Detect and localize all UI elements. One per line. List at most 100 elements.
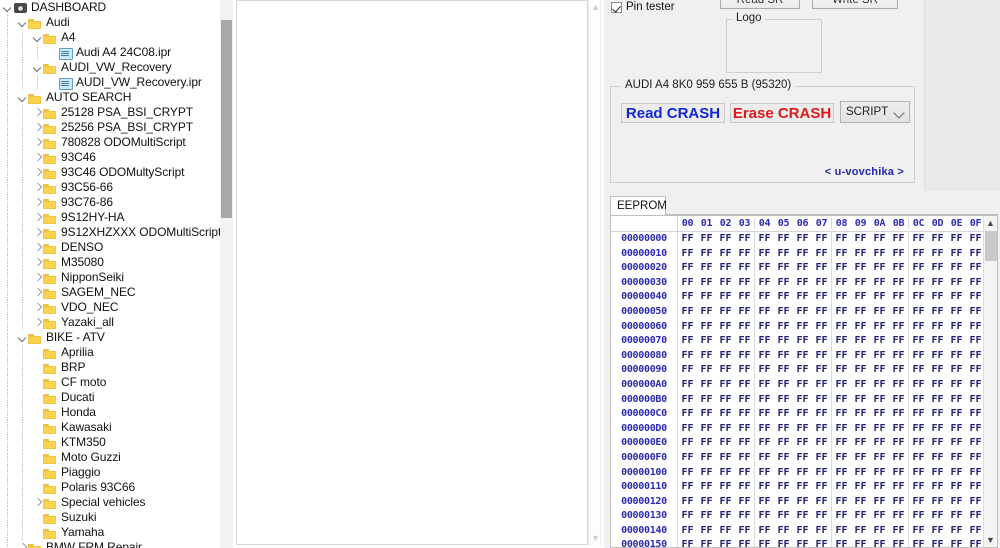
hex-byte-cell[interactable]: FF xyxy=(909,538,928,547)
hex-byte-cell[interactable]: FF xyxy=(716,422,735,437)
hex-byte-cell[interactable]: FF xyxy=(889,319,909,335)
hex-byte-cell[interactable]: FF xyxy=(947,232,966,247)
hex-byte-cell[interactable]: FF xyxy=(812,407,832,422)
hex-byte-cell[interactable]: FF xyxy=(909,495,928,510)
hex-byte-cell[interactable]: FF xyxy=(851,290,870,305)
hex-byte-cell[interactable]: FF xyxy=(735,275,755,291)
hex-byte-cell[interactable]: FF xyxy=(755,451,774,466)
hex-byte-cell[interactable]: FF xyxy=(870,422,889,437)
hex-byte-cell[interactable]: FF xyxy=(832,232,851,247)
hex-byte-cell[interactable]: FF xyxy=(716,320,735,335)
hex-byte-cell[interactable]: FF xyxy=(928,538,947,547)
hex-byte-cell[interactable]: FF xyxy=(832,378,851,393)
hex-byte-cell[interactable]: FF xyxy=(889,436,909,451)
hex-byte-cell[interactable]: FF xyxy=(812,538,832,547)
hex-byte-cell[interactable]: FF xyxy=(697,436,716,451)
hex-byte-cell[interactable]: FF xyxy=(735,509,755,524)
hex-byte-cell[interactable]: FF xyxy=(793,334,812,349)
hex-byte-cell[interactable]: FF xyxy=(928,393,947,408)
hex-byte-cell[interactable]: FF xyxy=(678,232,697,247)
hex-byte-cell[interactable]: FF xyxy=(716,261,735,276)
hex-byte-cell[interactable]: FF xyxy=(774,509,793,524)
hex-byte-cell[interactable]: FF xyxy=(735,377,755,393)
hex-byte-cell[interactable]: FF xyxy=(678,436,697,451)
hex-byte-cell[interactable]: FF xyxy=(812,421,832,437)
hex-row[interactable]: 00000000 FF FF FF FF FF FF FF FF FF FF FF FF FF FF FF FF xyxy=(611,232,983,247)
tree-item-780828-odomultiscript[interactable]: 780828 ODOMultiScript xyxy=(0,135,220,150)
hex-byte-cell[interactable]: FF xyxy=(774,451,793,466)
chevron-right-icon[interactable] xyxy=(32,225,43,240)
erase-crash-button[interactable]: Erase CRASH xyxy=(730,103,834,123)
hex-byte-cell[interactable]: FF xyxy=(716,305,735,320)
hex-byte-cell[interactable]: FF xyxy=(928,334,947,349)
hex-byte-cell[interactable]: FF xyxy=(678,422,697,437)
hex-byte-cell[interactable]: FF xyxy=(678,393,697,408)
hex-byte-cell[interactable]: FF xyxy=(697,422,716,437)
hex-byte-cell[interactable]: FF xyxy=(774,393,793,408)
hex-byte-cell[interactable]: FF xyxy=(909,290,928,305)
hex-byte-cell[interactable]: FF xyxy=(909,509,928,524)
hex-byte-cell[interactable]: FF xyxy=(697,451,716,466)
hex-byte-cell[interactable]: FF xyxy=(928,436,947,451)
hex-byte-cell[interactable]: FF xyxy=(697,524,716,539)
tree-item-ducati[interactable]: Ducati xyxy=(0,390,220,405)
hex-row[interactable]: 000000A0 FF FF FF FF FF FF FF FF FF FF FF FF FF FF FF FF xyxy=(611,377,983,393)
hex-byte-cell[interactable]: FF xyxy=(832,407,851,422)
hex-byte-cell[interactable]: FF xyxy=(697,349,716,364)
hex-byte-cell[interactable]: FF xyxy=(947,334,966,349)
hex-row[interactable]: 00000020 FF FF FF FF FF FF FF FF FF FF FF FF FF FF FF FF xyxy=(611,261,983,276)
pin-tester-checkbox-row[interactable]: Pin tester xyxy=(611,1,675,13)
hex-byte-cell[interactable]: FF xyxy=(812,494,832,510)
hex-byte-cell[interactable]: FF xyxy=(928,378,947,393)
hex-byte-cell[interactable]: FF xyxy=(928,363,947,378)
hex-byte-cell[interactable]: FF xyxy=(716,466,735,481)
hex-byte-cell[interactable]: FF xyxy=(716,232,735,247)
hex-byte-cell[interactable]: FF xyxy=(928,247,947,262)
tree-item-brp[interactable]: BRP xyxy=(0,360,220,375)
hex-byte-cell[interactable]: FF xyxy=(947,524,966,539)
hex-row[interactable]: 00000150 FF FF FF FF FF FF FF FF FF FF FF FF FF FF FF FF xyxy=(611,538,983,547)
hex-byte-cell[interactable]: FF xyxy=(928,509,947,524)
hex-row[interactable]: 000000F0 FF FF FF FF FF FF FF FF FF FF FF FF FF FF FF FF xyxy=(611,450,983,466)
hex-byte-cell[interactable]: FF xyxy=(947,480,966,495)
hex-byte-cell[interactable]: FF xyxy=(851,393,870,408)
hex-byte-cell[interactable]: FF xyxy=(755,538,774,547)
hex-byte-cell[interactable]: FF xyxy=(889,246,909,262)
center-vertical-scrollbar[interactable]: ▲ ▼ xyxy=(588,0,601,546)
tree-item-piaggio[interactable]: Piaggio xyxy=(0,465,220,480)
tree-item-25256-psa-bsi-crypt[interactable]: 25256 PSA_BSI_CRYPT xyxy=(0,120,220,135)
hex-byte-cell[interactable]: FF xyxy=(735,523,755,539)
tree-item-audi-vw-recovery-ipr[interactable]: AUDI_VW_Recovery.ipr xyxy=(0,75,220,90)
hex-byte-cell[interactable]: FF xyxy=(793,524,812,539)
hex-byte-cell[interactable]: FF xyxy=(928,276,947,291)
hex-byte-cell[interactable]: FF xyxy=(735,363,755,378)
hex-byte-cell[interactable]: FF xyxy=(774,480,793,495)
chevron-down-icon[interactable] xyxy=(17,330,28,345)
hex-byte-cell[interactable]: FF xyxy=(793,407,812,422)
hex-byte-cell[interactable]: FF xyxy=(678,538,697,547)
hex-byte-cell[interactable]: FF xyxy=(889,275,909,291)
hex-byte-cell[interactable]: FF xyxy=(755,276,774,291)
hex-byte-cell[interactable]: FF xyxy=(909,378,928,393)
tree-item-bike-atv[interactable]: BIKE - ATV xyxy=(0,330,220,345)
eeprom-scrollbar-thumb[interactable] xyxy=(985,231,997,261)
hex-byte-cell[interactable]: FF xyxy=(909,261,928,276)
hex-byte-cell[interactable]: FF xyxy=(774,320,793,335)
hex-byte-cell[interactable]: FF xyxy=(851,480,870,495)
hex-byte-cell[interactable]: FF xyxy=(832,436,851,451)
pin-tester-checkbox[interactable] xyxy=(611,1,622,13)
hex-byte-cell[interactable]: FF xyxy=(697,290,716,305)
tree-item-ktm350[interactable]: KTM350 xyxy=(0,435,220,450)
hex-row[interactable]: 00000060 FF FF FF FF FF FF FF FF FF FF FF FF FF FF FF FF xyxy=(611,319,983,335)
hex-byte-cell[interactable]: FF xyxy=(755,363,774,378)
hex-byte-cell[interactable]: FF xyxy=(909,524,928,539)
hex-byte-cell[interactable]: FF xyxy=(697,363,716,378)
hex-byte-cell[interactable]: FF xyxy=(909,466,928,481)
hex-byte-cell[interactable]: FF xyxy=(832,509,851,524)
hex-byte-cell[interactable]: FF xyxy=(928,495,947,510)
hex-byte-cell[interactable]: FF xyxy=(716,349,735,364)
hex-byte-cell[interactable]: FF xyxy=(697,538,716,547)
tree-item-a4[interactable]: A4 xyxy=(0,30,220,45)
hex-byte-cell[interactable]: FF xyxy=(812,480,832,495)
hex-byte-cell[interactable]: FF xyxy=(909,276,928,291)
